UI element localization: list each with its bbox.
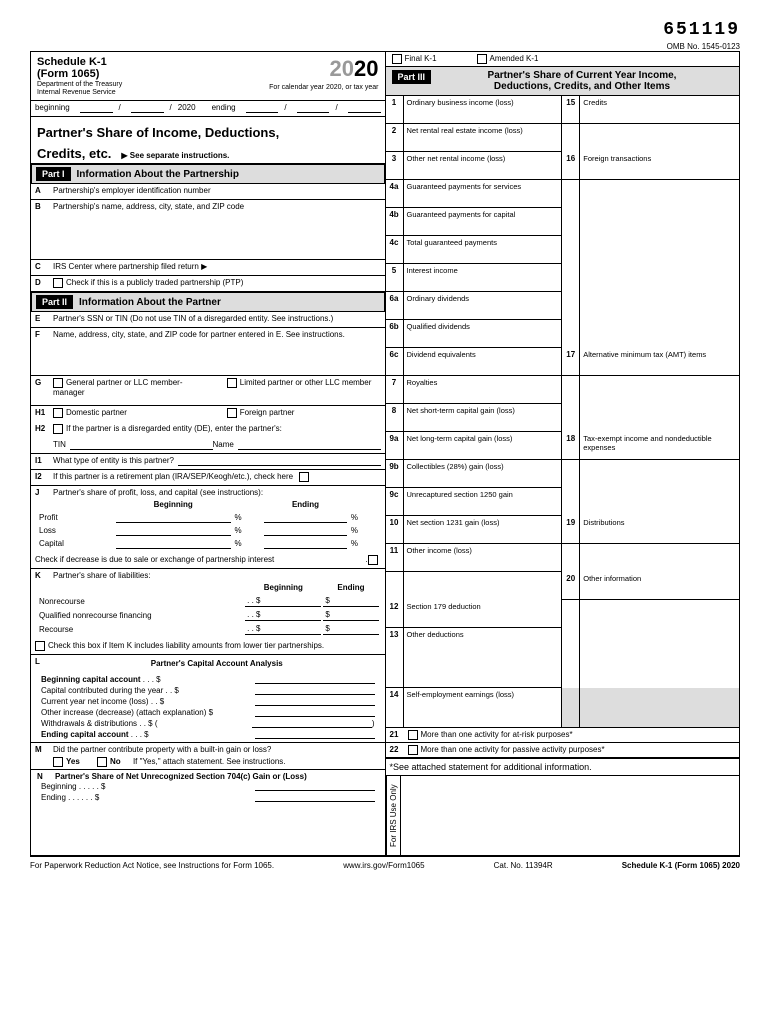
p3-21: More than one activity for at-risk purpo… bbox=[421, 730, 573, 740]
line-l-title: Partner's Capital Account Analysis bbox=[53, 657, 381, 670]
footer-form: Schedule K-1 (Form 1065) 2020 bbox=[622, 861, 740, 870]
ending-label: ending bbox=[212, 103, 236, 112]
line-b: Partnership's name, address, city, state… bbox=[53, 202, 244, 211]
amended-k1-checkbox[interactable] bbox=[477, 54, 487, 64]
line-e: Partner's SSN or TIN (Do not use TIN of … bbox=[53, 314, 333, 323]
irs-use-only: For IRS Use Only bbox=[386, 776, 401, 855]
de-checkbox[interactable] bbox=[53, 424, 63, 434]
p3-9c: Unrecaptured section 1250 gain bbox=[404, 488, 563, 516]
dp-checkbox[interactable] bbox=[53, 408, 63, 418]
p3-15: Credits bbox=[580, 96, 739, 124]
p3-10: Net section 1231 gain (loss) bbox=[404, 516, 563, 544]
line-i2: If this partner is a retirement plan (IR… bbox=[53, 472, 293, 481]
attached-statement: *See attached statement for additional i… bbox=[386, 758, 740, 775]
main-title-1: Partner's Share of Income, Deductions, bbox=[37, 125, 379, 140]
gp-label: General partner or LLC member-manager bbox=[53, 378, 183, 397]
k-checkbox[interactable] bbox=[35, 641, 45, 651]
cb-21[interactable] bbox=[408, 730, 418, 740]
p3-4c: Total guaranteed payments bbox=[404, 236, 563, 264]
calendar-year-text: For calendar year 2020, or tax year bbox=[269, 84, 378, 91]
p3-4b: Guaranteed payments for capital bbox=[404, 208, 563, 236]
p3-14: Self-employment earnings (loss) bbox=[404, 688, 563, 728]
tin-input[interactable] bbox=[70, 440, 213, 450]
line-a: Partnership's employer identification nu… bbox=[53, 186, 211, 195]
cat-no: Cat. No. 11394R bbox=[494, 861, 553, 870]
end-month[interactable] bbox=[246, 103, 279, 113]
line-f: Name, address, city, state, and ZIP code… bbox=[53, 330, 345, 339]
m-note: If "Yes," attach statement. See instruct… bbox=[133, 757, 286, 766]
j-checkbox[interactable] bbox=[368, 555, 378, 565]
part3-header: Part III Partner's Share of Current Year… bbox=[386, 67, 740, 96]
m-no-checkbox[interactable] bbox=[97, 757, 107, 767]
end-year[interactable] bbox=[348, 103, 381, 113]
p3-13: Other deductions bbox=[404, 628, 563, 688]
name-label: Name bbox=[213, 440, 234, 449]
p3-11: Other income (loss) bbox=[404, 544, 563, 572]
p3-22: More than one activity for passive activ… bbox=[421, 745, 605, 755]
part2-header: Part IIInformation About the Partner bbox=[31, 292, 385, 312]
url: www.irs.gov/Form1065 bbox=[343, 861, 424, 870]
p3-6a: Ordinary dividends bbox=[404, 292, 563, 320]
begin-day[interactable] bbox=[131, 103, 164, 113]
tin-label: TIN bbox=[53, 440, 66, 449]
line-n: Partner's Share of Net Unrecognized Sect… bbox=[55, 772, 307, 781]
p3-17: Alternative minimum tax (AMT) items bbox=[580, 348, 739, 376]
gp-checkbox[interactable] bbox=[53, 378, 63, 388]
tax-year: 2020 bbox=[269, 56, 378, 82]
p3-6c: Dividend equivalents bbox=[404, 348, 563, 376]
form-number: (Form 1065) bbox=[37, 68, 257, 80]
cb-22[interactable] bbox=[408, 745, 418, 755]
p3-19: Distributions bbox=[580, 516, 739, 544]
line-i1: What type of entity is this partner? bbox=[53, 456, 174, 465]
irs-label: Internal Revenue Service bbox=[37, 89, 257, 96]
i1-input[interactable] bbox=[178, 456, 381, 466]
p3-20: Other information bbox=[580, 572, 739, 600]
p3-5: Interest income bbox=[404, 264, 563, 292]
omb-number: OMB No. 1545-0123 bbox=[30, 42, 740, 51]
m-yes-checkbox[interactable] bbox=[53, 757, 63, 767]
fp-label: Foreign partner bbox=[240, 408, 295, 417]
lp-checkbox[interactable] bbox=[227, 378, 237, 388]
schedule-title: Schedule K-1 bbox=[37, 56, 257, 68]
line-m: Did the partner contribute property with… bbox=[53, 745, 271, 754]
final-label: Final K-1 bbox=[405, 54, 437, 63]
j-check-label: Check if decrease is due to sale or exch… bbox=[35, 555, 365, 564]
p3-9a: Net long-term capital gain (loss) bbox=[404, 432, 563, 460]
line-k: Partner's share of liabilities: bbox=[53, 571, 151, 580]
p3-2: Net rental real estate income (loss) bbox=[404, 124, 563, 152]
part1-header: Part IInformation About the Partnership bbox=[31, 164, 385, 184]
name-input[interactable] bbox=[238, 440, 381, 450]
beginning-label: beginning bbox=[35, 103, 70, 112]
p3-7: Royalties bbox=[404, 376, 563, 404]
ptp-checkbox[interactable] bbox=[53, 278, 63, 288]
fp-checkbox[interactable] bbox=[227, 408, 237, 418]
dept-treasury: Department of the Treasury bbox=[37, 81, 257, 88]
p3-6b: Qualified dividends bbox=[404, 320, 563, 348]
form-code: 651119 bbox=[30, 20, 740, 40]
lp-label: Limited partner or other LLC member bbox=[240, 378, 372, 387]
i2-checkbox[interactable] bbox=[299, 472, 309, 482]
line-j: Partner's share of profit, loss, and cap… bbox=[53, 488, 263, 497]
p3-9b: Collectibles (28%) gain (loss) bbox=[404, 460, 563, 488]
begin-month[interactable] bbox=[80, 103, 113, 113]
p3-3: Other net rental income (loss) bbox=[404, 152, 563, 180]
final-k1-checkbox[interactable] bbox=[392, 54, 402, 64]
p3-8: Net short-term capital gain (loss) bbox=[404, 404, 563, 432]
p3-12: Section 179 deduction bbox=[404, 600, 563, 628]
pra-notice: For Paperwork Reduction Act Notice, see … bbox=[30, 861, 274, 870]
p3-18: Tax-exempt income and nondeductible expe… bbox=[580, 432, 739, 460]
see-instructions: ▶ See separate instructions. bbox=[121, 151, 229, 160]
end-day[interactable] bbox=[297, 103, 330, 113]
p3-4a: Guaranteed payments for services bbox=[404, 180, 563, 208]
dp-label: Domestic partner bbox=[66, 408, 127, 417]
p3-16: Foreign transactions bbox=[580, 152, 739, 180]
p3-1: Ordinary business income (loss) bbox=[404, 96, 563, 124]
k-check-label: Check this box if Item K includes liabil… bbox=[48, 641, 324, 650]
line-c: IRS Center where partnership filed retur… bbox=[53, 262, 207, 271]
line-d: Check if this is a publicly traded partn… bbox=[66, 278, 243, 287]
begin-year: 2020 bbox=[178, 103, 196, 112]
line-h2: If the partner is a disregarded entity (… bbox=[66, 424, 282, 433]
amended-label: Amended K-1 bbox=[490, 54, 539, 63]
main-title-2: Credits, etc. bbox=[37, 146, 111, 161]
